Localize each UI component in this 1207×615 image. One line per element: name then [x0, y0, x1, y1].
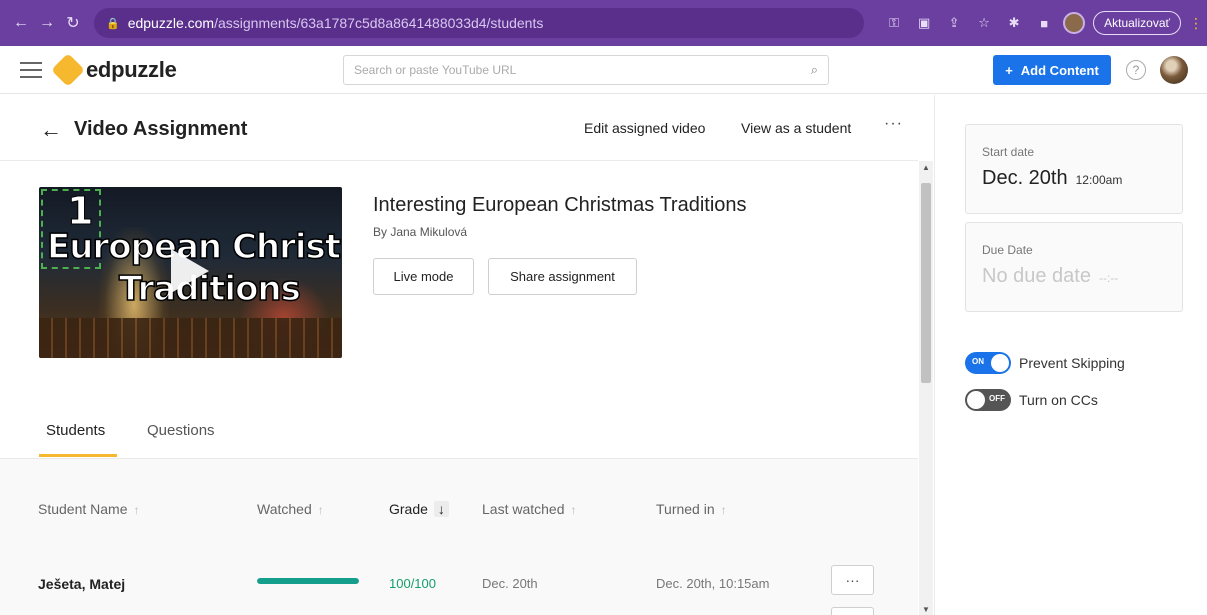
prevent-skipping-row: ON Prevent Skipping: [965, 352, 1125, 374]
app-header: edpuzzle ⌕ + Add Content ?: [0, 46, 1207, 94]
address-bar[interactable]: 🔒 edpuzzle.com/assignments/63a1787c5d8a8…: [94, 8, 864, 38]
tab-students[interactable]: Students: [46, 422, 105, 439]
more-options-icon[interactable]: ···: [884, 115, 903, 133]
extensions-icon[interactable]: ✱: [1003, 15, 1025, 31]
search-box: ⌕: [343, 55, 829, 85]
ccs-row: OFF Turn on CCs: [965, 389, 1098, 411]
ccs-toggle[interactable]: OFF: [965, 389, 1011, 411]
student-name[interactable]: Ješeta, Matej: [38, 576, 125, 592]
due-time-value: --:--: [1098, 271, 1119, 285]
video-title: Interesting European Christmas Tradition…: [373, 194, 747, 216]
user-avatar[interactable]: [1160, 56, 1188, 84]
thumbnail-title-line2: Traditions: [118, 268, 301, 310]
translate-icon[interactable]: ▣: [913, 15, 935, 31]
profile-avatar[interactable]: [1063, 12, 1086, 34]
column-last-watched[interactable]: Last watched ↑: [482, 501, 577, 517]
update-button[interactable]: Aktualizovať: [1093, 11, 1181, 35]
forward-arrow-icon[interactable]: →: [34, 14, 60, 32]
edpuzzle-logo-icon: [51, 52, 85, 87]
due-date-label: Due Date: [982, 243, 1033, 257]
sort-arrow-icon: ↑: [133, 503, 140, 517]
column-watched[interactable]: Watched ↑: [257, 501, 324, 517]
turned-in-value: Dec. 20th, 10:15am: [656, 576, 770, 591]
students-table: [0, 459, 918, 615]
due-date-card[interactable]: Due Date No due date --:--: [965, 222, 1183, 312]
watched-progress-fill: [257, 578, 359, 584]
tab-questions[interactable]: Questions: [147, 422, 215, 439]
browser-toolbar: ← → ↻ 🔒 edpuzzle.com/assignments/63a1787…: [0, 0, 1207, 46]
due-date-value: No due date --:--: [982, 265, 1119, 287]
add-content-button[interactable]: + Add Content: [993, 55, 1111, 85]
column-turned-in[interactable]: Turned in ↑: [656, 501, 727, 517]
start-date-value: Dec. 20th 12:00am: [982, 167, 1123, 189]
sidepanel-icon[interactable]: ■: [1033, 16, 1055, 31]
video-author: By Jana Mikulová: [373, 225, 468, 239]
search-icon[interactable]: ⌕: [811, 62, 818, 78]
plus-icon: +: [1005, 62, 1013, 78]
logo[interactable]: edpuzzle: [51, 52, 177, 87]
grade-value: 100/100: [389, 576, 436, 591]
search-input[interactable]: [354, 63, 811, 77]
scroll-down-icon[interactable]: ▼: [922, 605, 930, 614]
watched-progress-bar: [257, 578, 359, 584]
back-arrow-icon[interactable]: ←: [8, 14, 34, 32]
start-time-value: 12:00am: [1075, 173, 1123, 187]
hamburger-menu-icon[interactable]: [20, 61, 42, 78]
lock-icon: 🔒: [106, 17, 120, 30]
browser-actions: ⚿ ▣ ⇪ ☆ ✱ ■ Aktualizovať ⋮: [883, 11, 1203, 35]
prevent-skipping-label: Prevent Skipping: [1019, 355, 1125, 371]
live-mode-button[interactable]: Live mode: [373, 258, 474, 295]
view-as-student-link[interactable]: View as a student: [741, 120, 851, 136]
active-tab-indicator: [39, 454, 117, 457]
sort-arrow-icon: ↑: [570, 503, 577, 517]
browser-menu-icon[interactable]: ⋮: [1189, 15, 1203, 32]
scrollbar-thumb[interactable]: [921, 183, 931, 383]
sort-arrow-icon: ↑: [720, 503, 727, 517]
main-content: ← Video Assignment Edit assigned video V…: [0, 95, 933, 615]
column-grade[interactable]: Grade ↓: [389, 501, 449, 517]
url-path: /assignments/63a1787c5d8a8641488033d4/st…: [214, 15, 544, 31]
page-title: Video Assignment: [74, 118, 248, 140]
ccs-label: Turn on CCs: [1019, 392, 1098, 408]
add-content-label: Add Content: [1020, 62, 1099, 78]
url-host: edpuzzle.com: [127, 15, 215, 31]
row-more-button[interactable]: [831, 607, 874, 615]
edit-assigned-video-link[interactable]: Edit assigned video: [584, 120, 705, 136]
prevent-skipping-toggle[interactable]: ON: [965, 352, 1011, 374]
share-icon[interactable]: ⇪: [943, 15, 965, 31]
sort-arrow-icon: ↑: [317, 503, 324, 517]
column-student-name[interactable]: Student Name ↑: [38, 501, 140, 517]
start-date-label: Start date: [982, 145, 1035, 159]
logo-text: edpuzzle: [86, 56, 177, 82]
assignment-settings-panel: Start date Dec. 20th 12:00am Due Date No …: [934, 95, 1207, 615]
share-assignment-button[interactable]: Share assignment: [488, 258, 637, 295]
key-icon[interactable]: ⚿: [883, 15, 905, 31]
help-icon[interactable]: ?: [1126, 60, 1146, 80]
sort-arrow-icon: ↓: [433, 501, 449, 517]
reload-icon[interactable]: ↻: [60, 13, 86, 33]
scroll-up-icon[interactable]: ▲: [922, 163, 930, 172]
last-watched-value: Dec. 20th: [482, 576, 538, 591]
video-thumbnail[interactable]: 1 European Christmas Traditions: [39, 187, 342, 358]
play-icon[interactable]: [171, 249, 209, 293]
back-icon[interactable]: ←: [40, 117, 62, 143]
assignment-topbar: ← Video Assignment Edit assigned video V…: [0, 95, 918, 161]
star-icon[interactable]: ☆: [973, 15, 995, 31]
start-date-card[interactable]: Start date Dec. 20th 12:00am: [965, 124, 1183, 214]
row-more-button[interactable]: ···: [831, 565, 874, 595]
